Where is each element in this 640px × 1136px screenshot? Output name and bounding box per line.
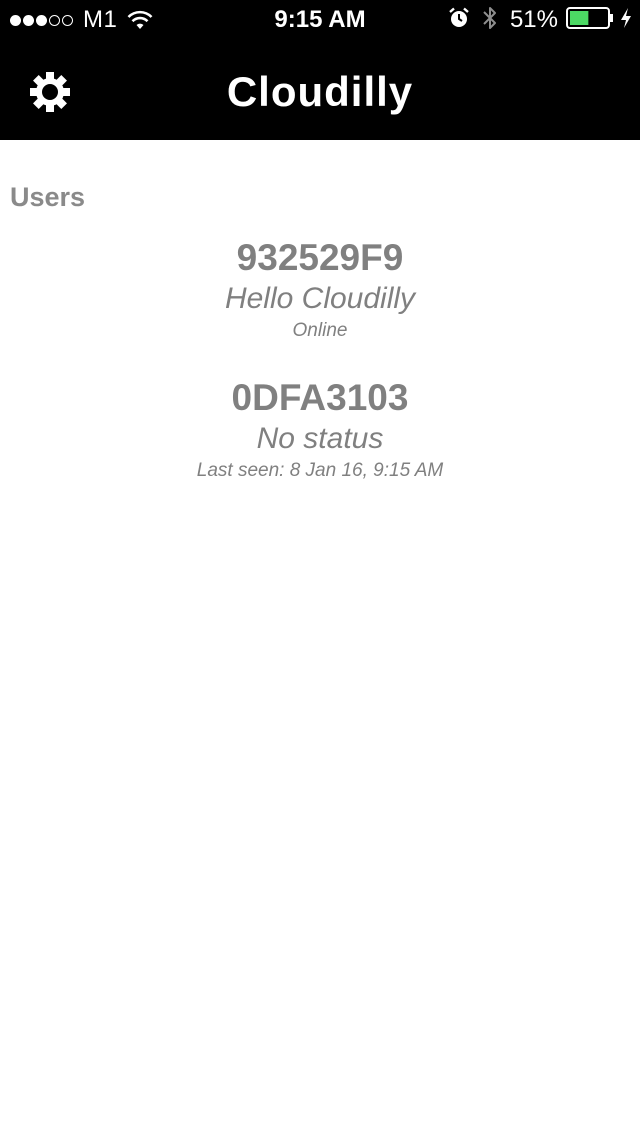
user-id: 0DFA3103 [231, 377, 409, 418]
user-list-item[interactable]: 932529F9 Hello Cloudilly Online [0, 234, 640, 374]
charging-icon [620, 7, 632, 34]
user-presence: Online [292, 320, 348, 341]
app-title: Cloudilly [226, 68, 414, 115]
user-status-message: Hello Cloudilly [224, 282, 416, 315]
user-status-message: No status [256, 422, 384, 455]
battery-percent: 51% [509, 6, 558, 33]
app-screen: M1 9:15 AM 51% Cloudilly Users 932529F9 … [0, 0, 640, 1136]
users-list: 932529F9 Hello Cloudilly Online 0DFA3103… [0, 234, 640, 514]
user-presence: Last seen: 8 Jan 16, 9:15 AM [196, 460, 444, 481]
users-section-header: Users [10, 182, 86, 212]
user-list-item[interactable]: 0DFA3103 No status Last seen: 8 Jan 16, … [0, 374, 640, 514]
status-bar: M1 9:15 AM 51% [0, 0, 640, 40]
bluetooth-icon [482, 4, 498, 37]
status-bar-right: 51% [448, 0, 632, 40]
alarm-icon [448, 7, 470, 34]
user-id: 932529F9 [236, 237, 404, 278]
navigation-bar: Cloudilly [0, 40, 640, 140]
battery-icon [566, 6, 614, 34]
